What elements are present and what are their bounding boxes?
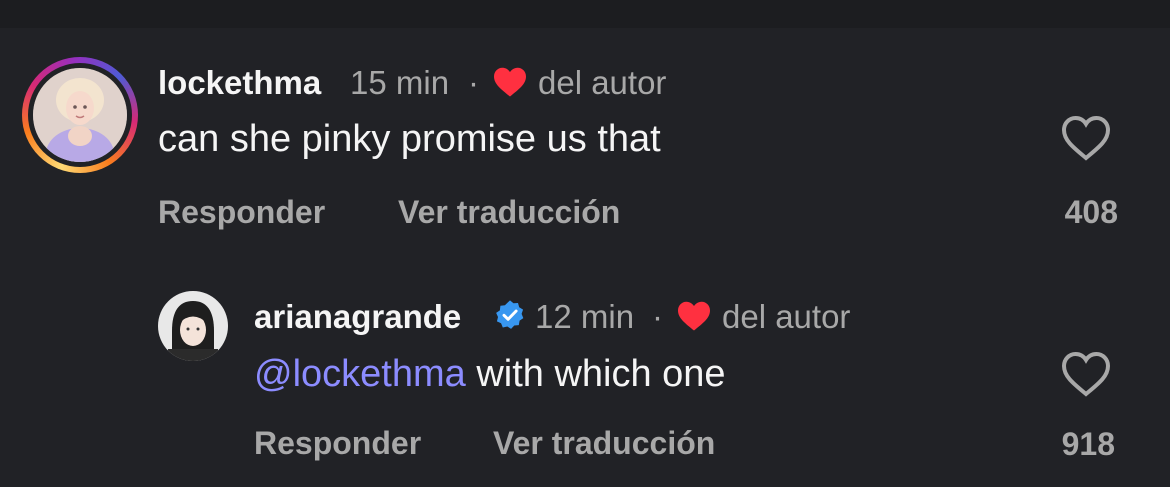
reply-button[interactable]: Responder xyxy=(158,194,325,231)
reply-button[interactable]: Responder xyxy=(254,425,421,462)
author-heart-icon xyxy=(678,301,710,331)
reply-time: 12 min xyxy=(535,298,635,335)
author-heart-icon xyxy=(494,67,526,97)
meta-separator: · xyxy=(468,64,479,101)
mention-link[interactable]: @lockethma xyxy=(254,353,466,395)
heart-outline-icon[interactable] xyxy=(1060,350,1112,398)
avatar-with-story-ring[interactable] xyxy=(22,57,138,173)
author-like-label: del autor xyxy=(538,64,667,101)
heart-outline-icon[interactable] xyxy=(1060,114,1112,162)
reply-username[interactable]: arianagrande xyxy=(254,298,461,336)
comment-time: 15 min xyxy=(350,64,450,101)
comment-text: can she pinky promise us that xyxy=(158,118,661,160)
reply-text: @lockethma with which one xyxy=(254,353,726,396)
avatar-photo xyxy=(33,68,127,162)
comment-item: lockethma 15 min · del autor can she pin… xyxy=(0,0,1170,260)
translate-button[interactable]: Ver traducción xyxy=(493,425,715,462)
comment-username[interactable]: lockethma xyxy=(158,64,321,102)
author-like-label: del autor xyxy=(722,298,851,335)
translate-button[interactable]: Ver traducción xyxy=(398,194,620,231)
like-count: 408 xyxy=(1064,194,1118,230)
avatar[interactable] xyxy=(158,291,228,361)
meta-separator: · xyxy=(652,298,663,335)
verified-badge-icon xyxy=(496,300,524,329)
like-count: 918 xyxy=(1061,426,1115,462)
reply-text-body: with which one xyxy=(465,353,726,395)
